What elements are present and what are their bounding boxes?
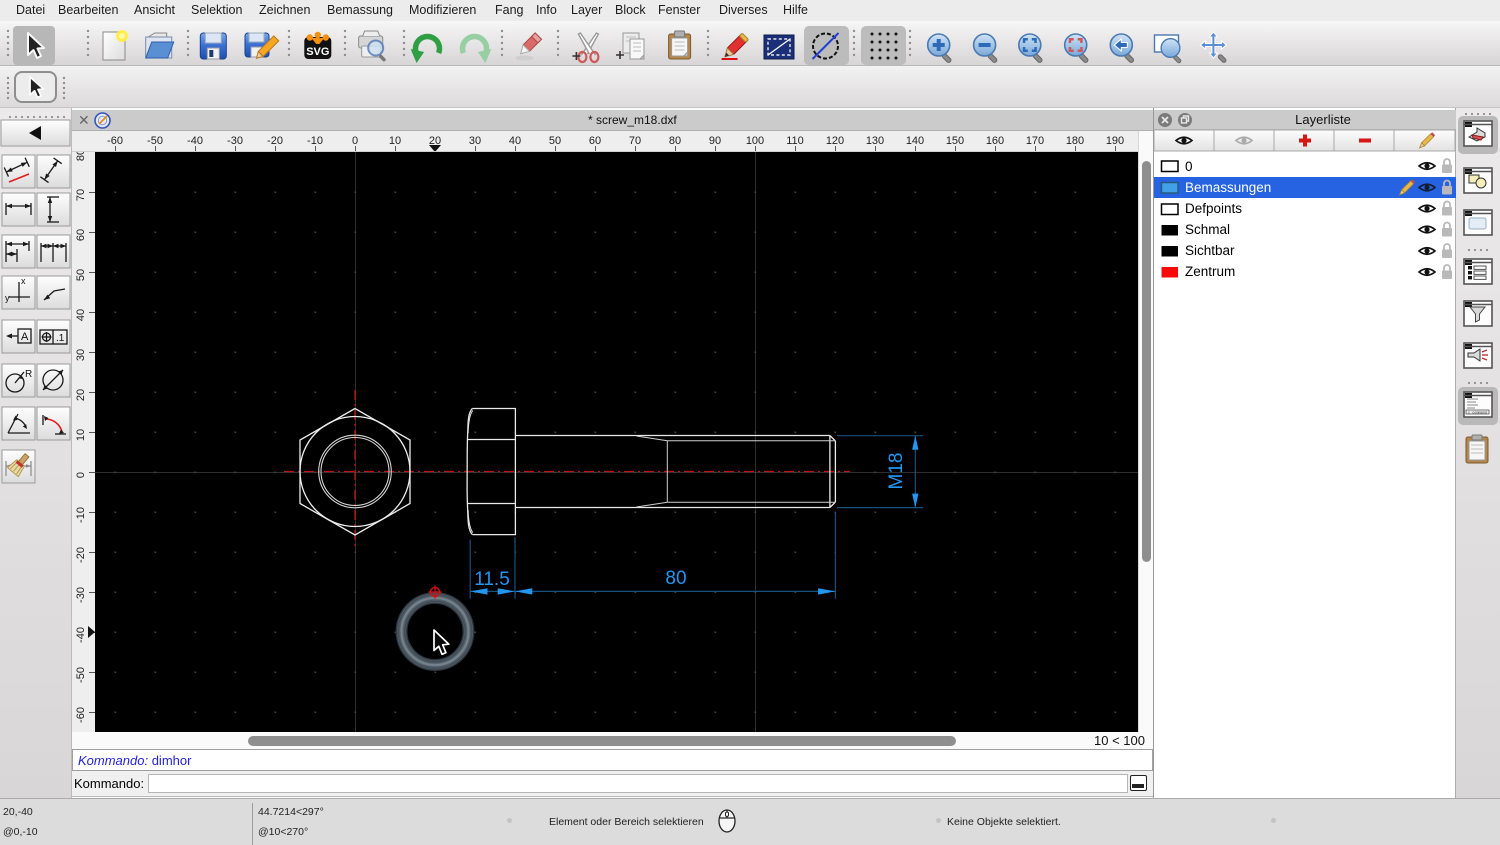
svg-text:0: 0 bbox=[352, 135, 358, 147]
svg-text:10: 10 bbox=[389, 135, 401, 147]
svg-text:70: 70 bbox=[75, 189, 87, 201]
svg-text:-20: -20 bbox=[267, 135, 283, 147]
svg-text:140: 140 bbox=[906, 135, 924, 147]
svg-text:Layerliste: Layerliste bbox=[1295, 112, 1351, 127]
svg-text:Zentrum: Zentrum bbox=[1185, 264, 1235, 279]
svg-text:A: A bbox=[21, 331, 29, 343]
svg-text:190: 190 bbox=[1106, 135, 1124, 147]
svg-text:50: 50 bbox=[75, 269, 87, 281]
svg-text:60: 60 bbox=[589, 135, 601, 147]
svg-text:-50: -50 bbox=[147, 135, 163, 147]
svg-text:160: 160 bbox=[986, 135, 1004, 147]
svg-text:10: 10 bbox=[75, 429, 87, 441]
svg-text:-30: -30 bbox=[75, 587, 87, 603]
svg-text:130: 130 bbox=[866, 135, 884, 147]
svg-text:-60: -60 bbox=[107, 135, 123, 147]
svg-text:c command: c command bbox=[1468, 411, 1487, 416]
svg-text:40: 40 bbox=[75, 309, 87, 321]
svg-text:150: 150 bbox=[946, 135, 964, 147]
svg-text:50: 50 bbox=[549, 135, 561, 147]
svg-text:-10: -10 bbox=[307, 135, 323, 147]
svg-text:170: 170 bbox=[1026, 135, 1044, 147]
svg-text:80: 80 bbox=[75, 152, 87, 161]
svg-text:40: 40 bbox=[509, 135, 521, 147]
svg-text:-50: -50 bbox=[75, 667, 87, 683]
svg-text:-40: -40 bbox=[187, 135, 203, 147]
svg-text:-60: -60 bbox=[75, 707, 87, 723]
svg-text:30: 30 bbox=[469, 135, 481, 147]
svg-text:.1: .1 bbox=[56, 333, 65, 344]
svg-text:-20: -20 bbox=[75, 547, 87, 563]
svg-text:30: 30 bbox=[75, 349, 87, 361]
svg-text:120: 120 bbox=[826, 135, 844, 147]
svg-text:90: 90 bbox=[709, 135, 721, 147]
svg-text:80: 80 bbox=[669, 135, 681, 147]
svg-text:100: 100 bbox=[746, 135, 764, 147]
svg-text:-10: -10 bbox=[75, 507, 87, 523]
svg-text:0: 0 bbox=[75, 472, 87, 478]
svg-text:Schmal: Schmal bbox=[1185, 222, 1230, 237]
svg-text:-40: -40 bbox=[75, 627, 87, 643]
svg-text:70: 70 bbox=[629, 135, 641, 147]
svg-text:11.5: 11.5 bbox=[474, 569, 510, 590]
svg-text:Sichtbar: Sichtbar bbox=[1185, 243, 1235, 258]
svg-text:60: 60 bbox=[75, 229, 87, 241]
svg-text:-30: -30 bbox=[227, 135, 243, 147]
svg-text:20: 20 bbox=[75, 389, 87, 401]
svg-text:x: x bbox=[21, 276, 26, 286]
svg-text:0: 0 bbox=[1185, 159, 1193, 174]
svg-text:Defpoints: Defpoints bbox=[1185, 201, 1242, 216]
svg-text:180: 180 bbox=[1066, 135, 1084, 147]
svg-text:80: 80 bbox=[665, 568, 686, 589]
svg-text:R: R bbox=[25, 369, 32, 380]
svg-text:110: 110 bbox=[786, 135, 804, 147]
svg-text:Bemassungen: Bemassungen bbox=[1185, 180, 1271, 195]
svg-text:M18: M18 bbox=[886, 453, 907, 490]
svg-text:SVG: SVG bbox=[306, 46, 329, 58]
svg-text:y: y bbox=[5, 293, 10, 303]
